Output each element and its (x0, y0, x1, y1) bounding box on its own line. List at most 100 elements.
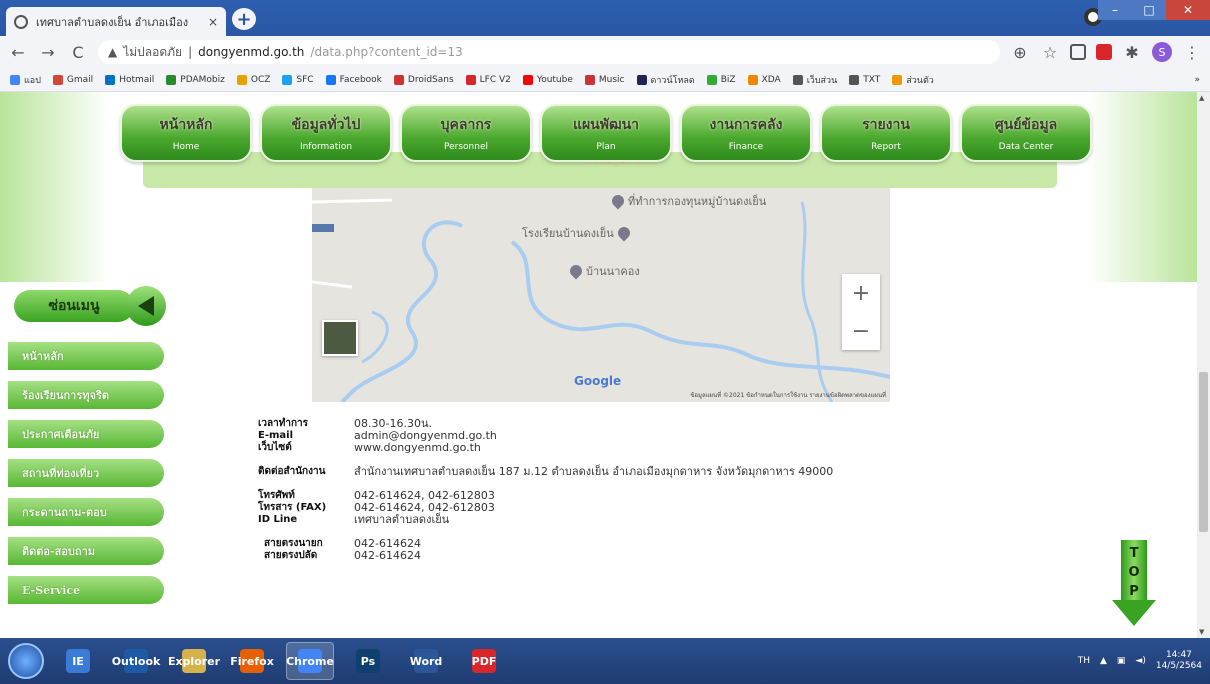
close-window-button[interactable]: ✕ (1166, 0, 1210, 20)
menu-item-finance[interactable]: งานการคลัง Finance (680, 104, 812, 162)
menu-item-english-label: Finance (728, 142, 764, 152)
bookmark-item[interactable]: Music (584, 74, 625, 85)
bookmark-item[interactable]: Hotmail (105, 74, 154, 85)
phone-label: โทรศัพท์ (258, 490, 295, 501)
bookmark-item[interactable]: BiZ (706, 74, 736, 85)
url-path: /data.php?content_id=13 (310, 45, 463, 59)
bookmark-item[interactable]: ส่วนตัว (892, 73, 934, 87)
bookmark-item[interactable]: TXT (849, 74, 880, 85)
page-scrollbar[interactable]: ▲ ▼ (1197, 92, 1210, 638)
cast-icon[interactable] (1070, 44, 1086, 60)
taskbar-app-outlook[interactable]: Outlook (112, 642, 160, 680)
puzzle-icon[interactable]: ✱ (1122, 43, 1142, 62)
bookmark-favicon-icon (325, 74, 336, 85)
bookmark-favicon-icon (465, 74, 476, 85)
menu-item-home[interactable]: หน้าหลัก Home (120, 104, 252, 162)
language-indicator[interactable]: TH (1078, 656, 1090, 666)
side-menu-item[interactable]: สถานที่ท่องเที่ยว (8, 459, 164, 487)
side-menu-item[interactable]: กระดานถาม-ตอบ (8, 498, 164, 526)
zoom-icon[interactable]: ⊕ (1010, 43, 1030, 62)
side-menu-item[interactable]: หน้าหลัก (8, 342, 164, 370)
side-menu-item[interactable]: ร้องเรียนการทุจริต (8, 381, 164, 409)
menu-item-plan[interactable]: แผนพัฒนา Plan (540, 104, 672, 162)
profile-avatar[interactable]: S (1152, 42, 1172, 62)
map-poi[interactable]: บ้านนาคอง (567, 262, 640, 280)
browser-tab-bar: เทศบาลตำบลดงเย็น อำเภอเมือง × + – □ ✕ (0, 0, 1210, 36)
star-icon[interactable]: ☆ (1040, 43, 1060, 62)
menu-item-english-label: Data Center (998, 142, 1054, 152)
bookmark-item[interactable]: แอป (10, 73, 41, 87)
google-map[interactable]: ที่ทำการกองทุนหมู่บ้านดงเย็น โรงเรียนบ้า… (312, 162, 890, 402)
website-value[interactable]: www.dongyenmd.go.th (354, 442, 481, 454)
clock[interactable]: 14:47 14/5/2564 (1156, 650, 1202, 672)
side-menu-item[interactable]: E-Service (8, 576, 164, 604)
tray-arrow-icon[interactable]: ▲ (1100, 656, 1107, 666)
back-to-top-button[interactable]: T O P (1112, 540, 1156, 630)
taskbar-app-ie[interactable]: IE (54, 642, 102, 680)
minimize-button[interactable]: – (1098, 0, 1132, 20)
volume-icon[interactable]: ◄) (1135, 656, 1145, 666)
bookmark-favicon-icon (105, 74, 116, 85)
scroll-up-icon[interactable]: ▲ (1199, 94, 1204, 102)
menu-item-data-center[interactable]: ศูนย์ข้อมูล Data Center (960, 104, 1092, 162)
more-bookmarks-icon[interactable]: » (1194, 75, 1200, 85)
back-button[interactable]: ← (8, 43, 28, 62)
network-icon[interactable]: ▣ (1117, 656, 1126, 666)
more-icon[interactable]: ⋮ (1182, 43, 1202, 62)
pdf-extension-icon[interactable] (1096, 44, 1112, 60)
hours-label: เวลาทำการ (258, 418, 309, 429)
header-gradient-right (1087, 92, 1197, 282)
maximize-button[interactable]: □ (1132, 0, 1166, 20)
map-poi[interactable]: ที่ทำการกองทุนหมู่บ้านดงเย็น (609, 192, 766, 210)
new-tab-button[interactable]: + (232, 8, 256, 30)
bookmark-item[interactable]: SFC (282, 74, 314, 85)
menu-item-personnel[interactable]: บุคลากร Personnel (400, 104, 532, 162)
bookmark-item[interactable]: LFC V2 (465, 74, 511, 85)
hide-menu-toggle[interactable]: ซ่อนเมนู (14, 286, 166, 326)
menu-item-thai-label: หน้าหลัก (159, 117, 213, 133)
bookmark-favicon-icon (522, 74, 533, 85)
arrow-left-icon[interactable] (126, 286, 166, 326)
side-menu-item[interactable]: ประกาศเตือนภัย (8, 420, 164, 448)
zoom-in-button[interactable]: + (842, 274, 880, 312)
taskbar-app-pdf[interactable]: PDF (460, 642, 508, 680)
warning-icon: ▲ (108, 45, 118, 59)
bookmark-item[interactable]: DroidSans (393, 74, 454, 85)
taskbar-app-word[interactable]: Word (402, 642, 450, 680)
taskbar-app-chrome[interactable]: Chrome (286, 642, 334, 680)
map-pin-icon (609, 192, 627, 210)
map-poi[interactable]: โรงเรียนบ้านดงเย็น (522, 224, 633, 242)
scroll-down-icon[interactable]: ▼ (1199, 628, 1204, 636)
reload-button[interactable]: C (68, 43, 88, 62)
forward-button[interactable]: → (38, 43, 58, 62)
menu-item-thai-label: รายงาน (862, 117, 910, 133)
hotline2-value: 042-614624 (354, 549, 421, 562)
bookmark-item[interactable]: XDA (747, 74, 781, 85)
tab-title: เทศบาลตำบลดงเย็น อำเภอเมือง (36, 15, 189, 29)
url-input[interactable]: ▲ ไม่ปลอดภัย | dongyenmd.go.th/data.php?… (98, 40, 1000, 64)
side-menu-item[interactable]: ติดต่อ-สอบถาม (8, 537, 164, 565)
taskbar-app-ps[interactable]: Ps (344, 642, 392, 680)
browser-tab[interactable]: เทศบาลตำบลดงเย็น อำเภอเมือง × (6, 7, 226, 36)
menu-item-information[interactable]: ข้อมูลทั่วไป Information (260, 104, 392, 162)
zoom-out-button[interactable]: − (842, 312, 880, 350)
menu-item-english-label: Report (871, 142, 901, 152)
map-footer[interactable]: ข้อมูลแผนที่ ©2021 ข้อกำหนดในการใช้งาน ร… (690, 390, 886, 400)
taskbar-app-explorer[interactable]: Explorer (168, 642, 220, 680)
bookmark-item[interactable]: OCZ (236, 74, 270, 85)
bookmark-item[interactable]: Gmail (52, 74, 93, 85)
hide-menu-label: ซ่อนเมนู (14, 290, 134, 322)
bookmark-item[interactable]: เว็บส่วน (792, 73, 837, 87)
tab-close-icon[interactable]: × (208, 15, 218, 29)
scrollbar-thumb[interactable] (1199, 372, 1208, 532)
menu-item-report[interactable]: รายงาน Report (820, 104, 952, 162)
bookmark-item[interactable]: ดาวน์โหลด (636, 73, 695, 87)
google-logo: Google (574, 374, 622, 388)
bookmark-item[interactable]: Youtube (522, 74, 573, 85)
bookmark-item[interactable]: PDAMobiz (166, 74, 225, 85)
satellite-toggle[interactable] (322, 320, 358, 356)
start-button[interactable] (8, 643, 44, 679)
bookmark-item[interactable]: Facebook (325, 74, 382, 85)
menu-item-thai-label: ข้อมูลทั่วไป (291, 117, 361, 133)
taskbar-app-firefox[interactable]: Firefox (228, 642, 276, 680)
